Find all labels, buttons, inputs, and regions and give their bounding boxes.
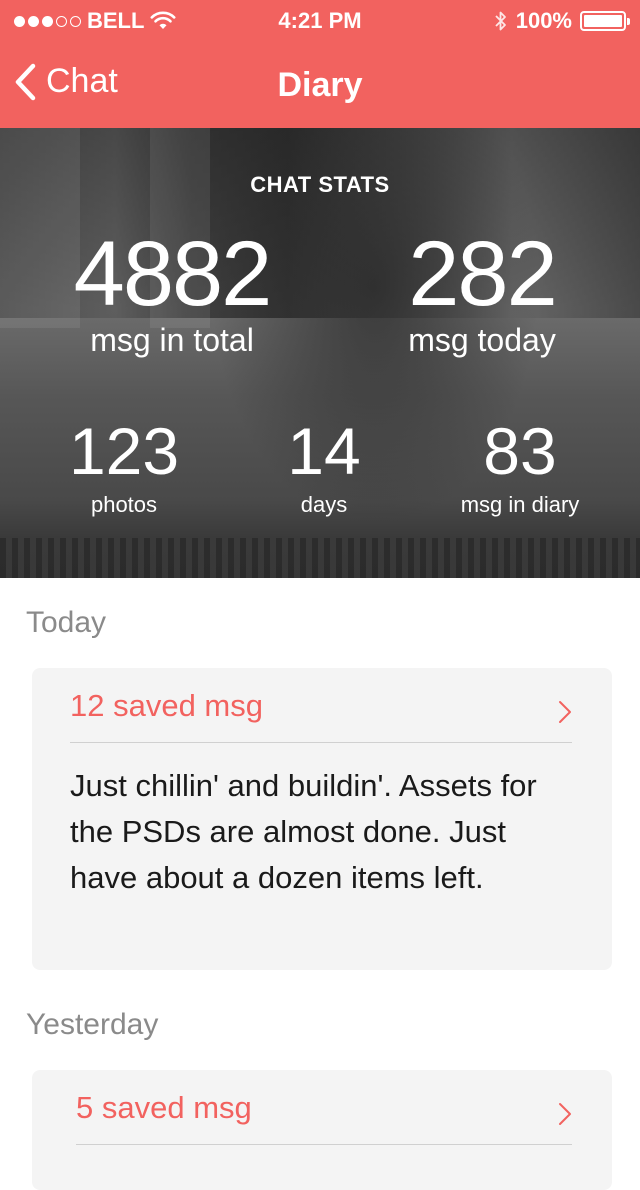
bluetooth-icon	[495, 11, 506, 31]
chevron-right-icon	[559, 1103, 571, 1125]
status-bar: BELL 4:21 PM 100%	[0, 0, 640, 40]
battery-percent: 100%	[515, 8, 572, 33]
saved-messages-row[interactable]: 12 saved msg	[70, 668, 572, 743]
navigation-bar: Chat Diary	[0, 40, 640, 128]
diary-entry-text: Just chillin' and buildin'. Assets for t…	[70, 768, 537, 895]
saved-message-count: 12 saved msg	[70, 688, 263, 723]
stat-today: 282 msg today	[352, 228, 612, 359]
chat-stats-title: CHAT STATS	[250, 172, 390, 197]
stat-days-value: 14	[287, 414, 361, 488]
stat-days-label: days	[300, 492, 348, 517]
chevron-right-icon	[559, 701, 571, 723]
stat-photos: 123 photos	[24, 416, 224, 518]
top-bar: BELL 4:21 PM 100% Chat Diary	[0, 0, 640, 128]
stat-today-label: msg today	[408, 322, 556, 358]
stat-total-label: msg in total	[90, 322, 254, 358]
stat-photos-label: photos	[90, 492, 158, 517]
diary-card-yesterday: 5 saved msg	[32, 1070, 612, 1190]
section-label-today: Today	[26, 606, 107, 639]
stat-diary-value: 83	[483, 414, 557, 488]
stat-total: 4882 msg in total	[42, 228, 302, 359]
page-title: Diary	[277, 66, 363, 104]
battery-icon	[580, 11, 630, 31]
stat-days: 14 days	[224, 416, 424, 518]
diary-card-today: 12 saved msg Just chillin' and buildin'.…	[32, 668, 612, 970]
chat-stats-hero: CHAT STATS 4882 msg in total 282 msg tod…	[0, 128, 640, 578]
stat-diary: 83 msg in diary	[420, 416, 620, 518]
stat-today-value: 282	[408, 223, 558, 325]
stat-photos-value: 123	[68, 414, 180, 488]
status-right: 100%	[494, 8, 630, 34]
stat-total-value: 4882	[73, 223, 273, 325]
stat-diary-label: msg in diary	[460, 492, 580, 517]
section-label-yesterday: Yesterday	[26, 1008, 159, 1041]
saved-message-count: 5 saved msg	[76, 1090, 252, 1125]
saved-messages-row[interactable]: 5 saved msg	[76, 1070, 572, 1145]
